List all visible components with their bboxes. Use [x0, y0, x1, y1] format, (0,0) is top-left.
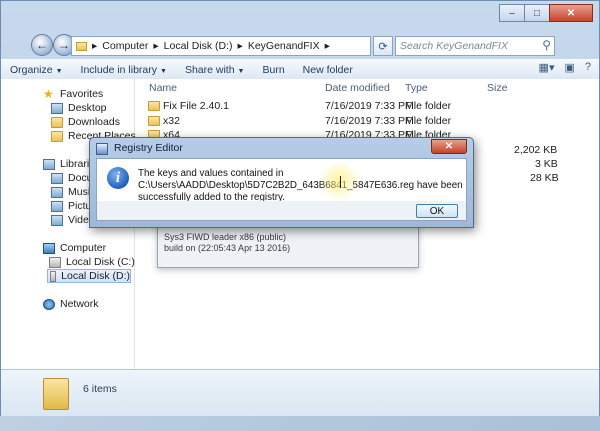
share-with-button[interactable]: Share with ▼: [176, 64, 254, 76]
breadcrumb-computer[interactable]: Computer: [102, 40, 148, 52]
address-bar[interactable]: ▸ Computer ▸ Local Disk (D:) ▸ KeyGenand…: [71, 36, 371, 56]
include-label: Include in library: [80, 63, 157, 76]
share-label: Share with: [184, 63, 235, 76]
breadcrumb-separator: ▸: [153, 40, 159, 52]
column-name[interactable]: Name: [149, 82, 177, 94]
network-icon: [43, 298, 55, 310]
nav-label: Network: [60, 298, 99, 310]
dialog-message: The keys and values contained in C:\User…: [138, 168, 463, 203]
maximize-button[interactable]: □: [524, 4, 550, 22]
chevron-down-icon: ▼: [237, 67, 245, 75]
ok-button[interactable]: OK: [416, 204, 458, 218]
file-type: File folder: [405, 100, 452, 112]
back-button[interactable]: ←: [31, 34, 53, 56]
view-controls: ▦▾ ▣ ?: [539, 61, 591, 74]
details-pane: 6 items: [1, 369, 599, 416]
file-date: 7/16/2019 7:33 PM: [325, 100, 414, 112]
nav-label: Local Disk (D:): [61, 270, 130, 282]
dialog-close-button[interactable]: ✕: [431, 139, 467, 154]
search-input[interactable]: Search KeyGenandFIX ⚲: [395, 36, 555, 56]
organize-label: Organize: [10, 63, 53, 76]
new-folder-label: New folder: [302, 63, 353, 76]
background-line-1: Sys3 FIWD leader x86 (public): [164, 232, 287, 242]
burn-button[interactable]: Burn: [253, 64, 293, 76]
nav-local-disk-c[interactable]: Local Disk (C:): [49, 255, 135, 269]
file-size: 2,202 KB: [514, 144, 558, 156]
dialog-button-bar: OK: [97, 201, 466, 220]
include-in-library-button[interactable]: Include in library ▼: [72, 64, 176, 76]
new-folder-button[interactable]: New folder: [294, 64, 362, 76]
nav-downloads[interactable]: Downloads: [51, 115, 120, 129]
nav-computer[interactable]: Computer: [43, 241, 106, 255]
nav-label: Desktop: [68, 102, 107, 114]
breadcrumb-disk-d[interactable]: Local Disk (D:): [164, 40, 233, 52]
file-size: 3 KB: [535, 158, 558, 170]
file-size: 28 KB: [530, 172, 559, 184]
column-type[interactable]: Type: [405, 82, 428, 94]
window-caption-buttons: – □ ✕: [499, 4, 593, 22]
drive-icon: [49, 256, 61, 268]
file-name: Fix File 2.40.1: [163, 100, 229, 112]
command-toolbar: Organize ▼ Include in library ▼ Share with…: [1, 59, 599, 80]
table-row[interactable]: x32 7/16/2019 7:33 PM File folder: [141, 115, 591, 129]
text-cursor-icon: [340, 176, 341, 188]
search-icon: ⚲: [542, 38, 551, 52]
breadcrumb-separator: ▸: [237, 40, 243, 52]
pictures-icon: [51, 200, 63, 212]
close-button[interactable]: ✕: [549, 4, 593, 22]
drive-icon: [50, 270, 57, 282]
nav-label: Downloads: [68, 116, 120, 128]
nav-label: Computer: [60, 242, 107, 254]
refresh-button[interactable]: ⟳: [373, 36, 393, 56]
burn-label: Burn: [262, 63, 285, 76]
view-options-icon[interactable]: ▦▾: [539, 61, 555, 74]
nav-label: Local Disk (C:): [66, 256, 135, 268]
file-name: x32: [163, 115, 180, 127]
nav-local-disk-d[interactable]: Local Disk (D:): [47, 269, 131, 283]
nav-label: Favorites: [60, 88, 104, 100]
nav-desktop[interactable]: Desktop: [51, 101, 107, 115]
recent-places-icon: [51, 130, 63, 142]
nav-favorites[interactable]: ★ Favorites: [43, 87, 103, 101]
column-date[interactable]: Date modified: [325, 82, 390, 94]
minimize-button[interactable]: –: [499, 4, 525, 22]
info-icon: i: [107, 167, 129, 189]
libraries-icon: [43, 158, 55, 170]
registry-editor-icon: [96, 143, 108, 155]
background-window-text: Sys3 FIWD leader x86 (public) build on (…: [164, 232, 410, 262]
table-row[interactable]: Fix File 2.40.1 7/16/2019 7:33 PM File f…: [141, 100, 591, 114]
folder-icon: [76, 41, 87, 51]
downloads-icon: [51, 116, 63, 128]
folder-icon: [43, 378, 69, 410]
breadcrumb-keygenandfix[interactable]: KeyGenandFIX: [248, 40, 320, 52]
chevron-down-icon: ▼: [160, 67, 167, 75]
chevron-down-icon: ▼: [55, 67, 63, 75]
column-headers: Name Date modified Type Size: [135, 79, 599, 95]
preview-pane-icon[interactable]: ▣: [564, 61, 574, 74]
registry-editor-dialog: Registry Editor ✕ i The keys and values …: [89, 137, 474, 228]
address-row: ← → ▸ Computer ▸ Local Disk (D:) ▸ KeyGe…: [1, 31, 600, 59]
organize-button[interactable]: Organize ▼: [1, 64, 72, 76]
breadcrumb-separator: ▸: [324, 40, 330, 52]
file-date: 7/16/2019 7:33 PM: [325, 115, 414, 127]
item-count: 6 items: [83, 383, 117, 395]
dialog-body: i The keys and values contained in C:\Us…: [96, 158, 467, 221]
music-icon: [51, 186, 63, 198]
column-size[interactable]: Size: [487, 82, 507, 94]
computer-icon: [43, 242, 55, 254]
desktop-icon: [51, 102, 63, 114]
folder-icon: [148, 101, 160, 111]
background-line-2: build on (22:05:43 Apr 13 2016): [164, 243, 291, 253]
folder-icon: [148, 116, 160, 126]
documents-icon: [51, 172, 63, 184]
help-icon[interactable]: ?: [585, 61, 591, 74]
breadcrumb-separator: ▸: [92, 40, 98, 52]
star-icon: ★: [43, 87, 54, 101]
videos-icon: [51, 214, 63, 226]
search-placeholder: Search KeyGenandFIX: [400, 40, 508, 52]
file-type: File folder: [405, 115, 452, 127]
nav-network[interactable]: Network: [43, 297, 99, 311]
dialog-title: Registry Editor: [114, 142, 183, 154]
